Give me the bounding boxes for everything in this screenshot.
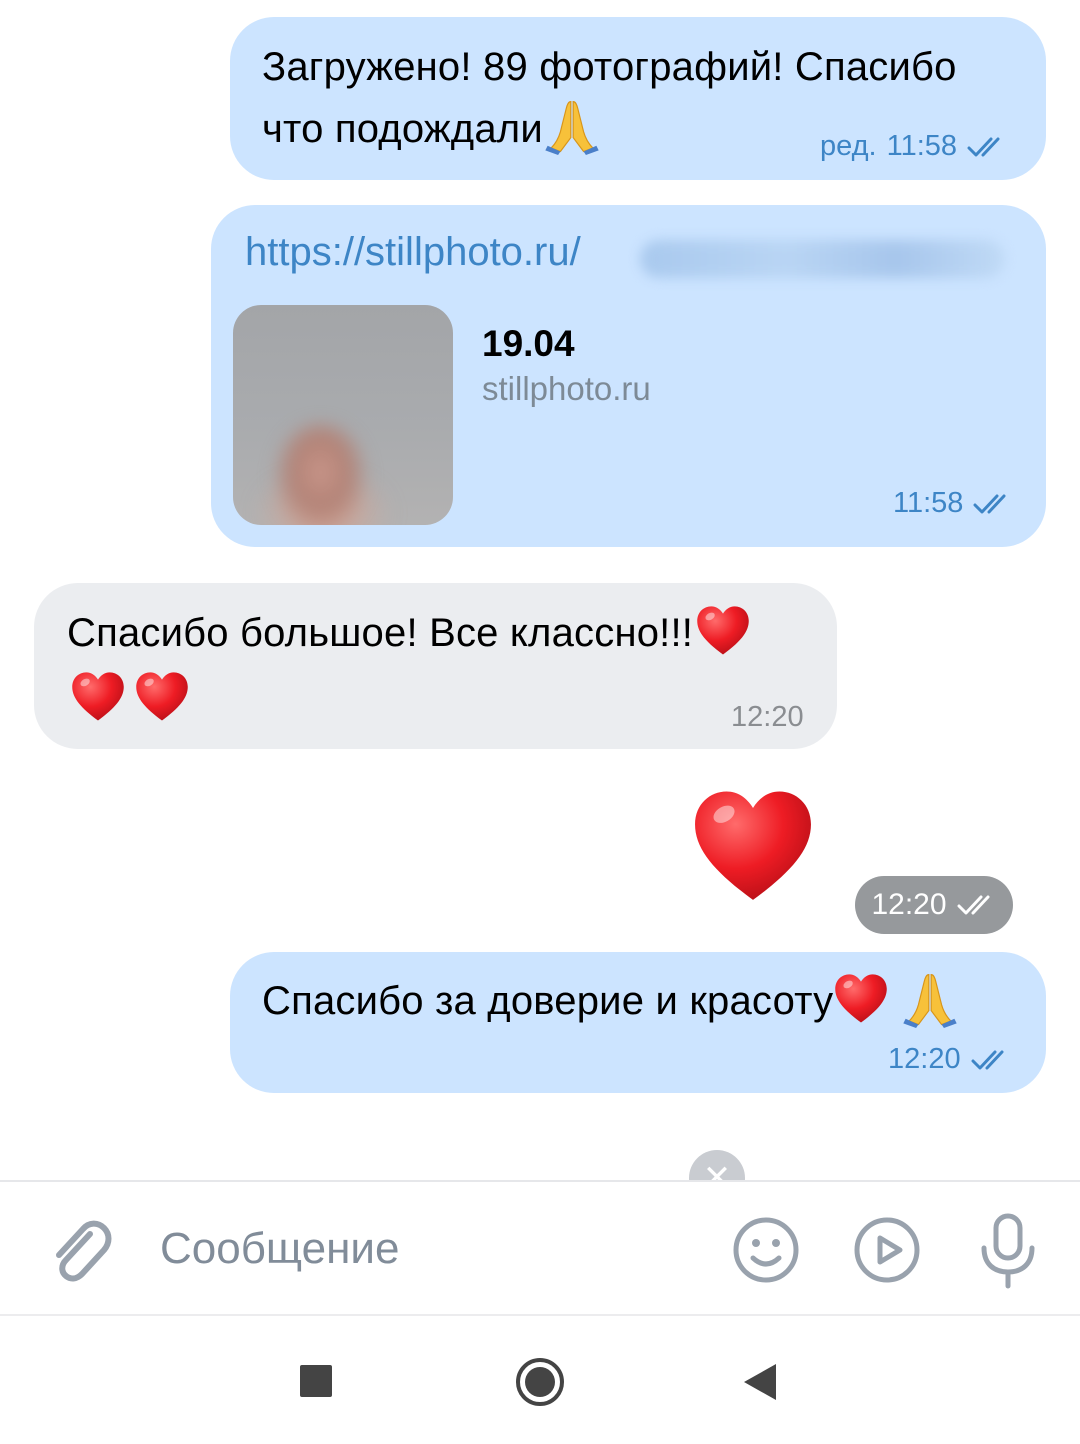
message-composer: Сообщение — [0, 1180, 1080, 1314]
heart-emoji-icon — [134, 670, 190, 724]
heart-emoji-icon — [695, 604, 751, 658]
heart-emoji-icon — [70, 670, 126, 724]
read-checkmarks-icon — [971, 1048, 1011, 1072]
heart-sticker-icon[interactable] — [690, 782, 816, 912]
message-text: Спасибо большое! Все классно!!! — [67, 602, 751, 664]
message-text: Спасибо за доверие и красоту — [262, 970, 959, 1032]
message-time: 12:20 — [731, 701, 804, 733]
close-icon[interactable]: ✕ — [689, 1150, 745, 1180]
heart-emoji-icon — [833, 972, 889, 1026]
message-text: что подождали — [262, 98, 601, 160]
message-time: 11:58 — [893, 487, 964, 519]
edited-label: ред. — [820, 130, 877, 162]
microphone-icon[interactable] — [976, 1212, 1040, 1290]
link-preview-thumbnail[interactable] — [233, 305, 453, 525]
system-navigation-bar — [0, 1314, 1080, 1444]
home-circle-icon[interactable] — [514, 1356, 566, 1408]
message-link[interactable]: https://stillphoto.ru/ — [245, 230, 581, 275]
link-preview-title: 19.04 — [482, 323, 575, 364]
smile-icon[interactable] — [730, 1214, 802, 1286]
message-time: 11:58 — [886, 130, 958, 162]
emoji-row — [70, 670, 190, 724]
blurred-photo-detail — [273, 423, 368, 525]
back-triangle-icon[interactable] — [742, 1362, 778, 1402]
read-checkmarks-icon — [967, 135, 1007, 159]
chat-history[interactable]: Загружено! 89 фотографий! Спасибо что по… — [0, 0, 1080, 1180]
read-checkmarks-icon — [957, 893, 997, 917]
message-meta: 12:20 — [888, 1043, 1011, 1076]
message-input[interactable]: Сообщение — [160, 1224, 399, 1274]
pray-emoji-icon — [901, 970, 959, 1028]
message-text: Загружено! 89 фотографий! Спасибо — [262, 45, 957, 89]
message-meta: ред. 11:58 — [820, 130, 1007, 163]
read-checkmarks-icon — [973, 492, 1013, 516]
blurred-link-path — [640, 240, 1005, 278]
sticker-time-pill: 12:20 — [855, 876, 1013, 934]
pray-emoji-icon — [543, 97, 601, 155]
message-time: 12:20 — [871, 888, 947, 921]
message-meta: 11:58 — [893, 487, 1013, 520]
message-time: 12:20 — [888, 1043, 961, 1075]
recents-square-icon[interactable] — [298, 1363, 334, 1399]
link-preview-site: stillphoto.ru — [482, 370, 651, 407]
message-meta: 12:20 — [731, 701, 804, 734]
paperclip-icon[interactable] — [44, 1214, 114, 1284]
play-circle-icon[interactable] — [851, 1214, 923, 1286]
